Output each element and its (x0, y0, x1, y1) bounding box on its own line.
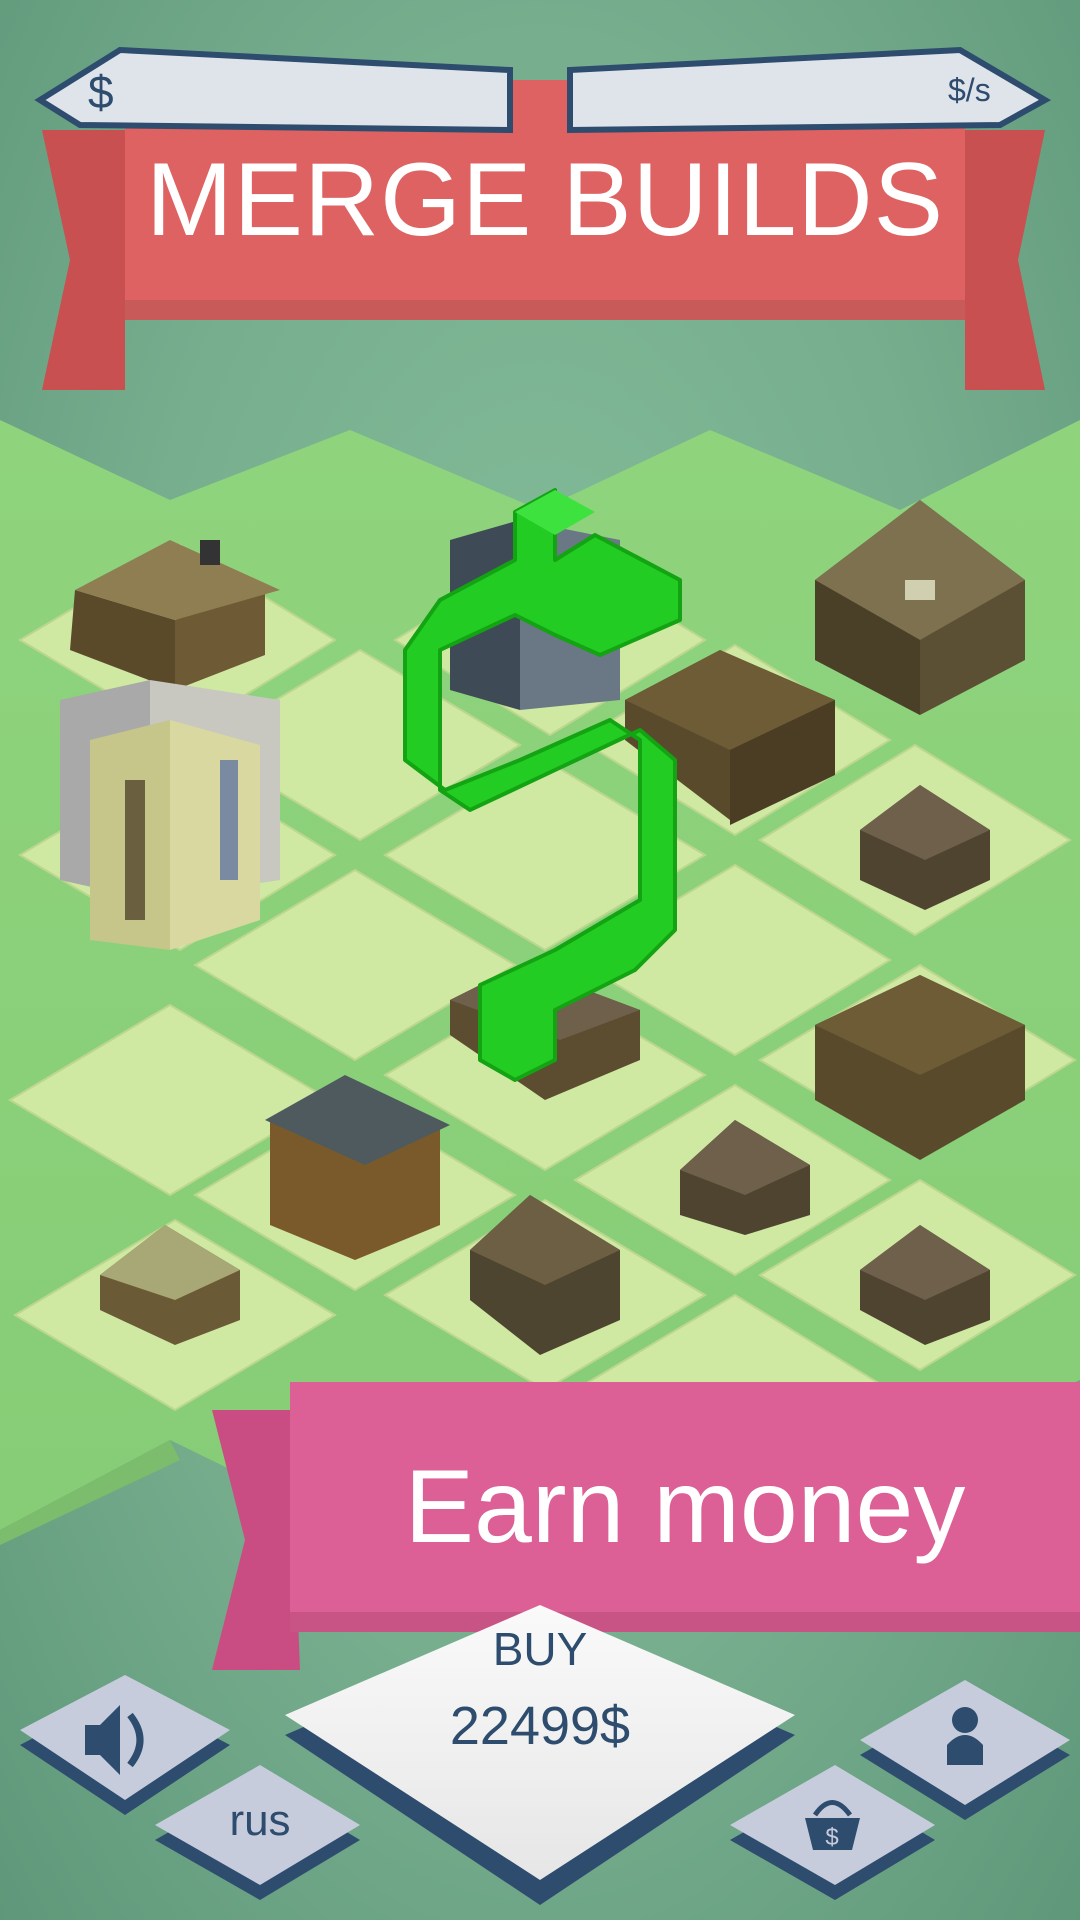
buy-label: BUY (492, 1623, 588, 1675)
building-tower[interactable] (60, 680, 280, 950)
merge-builds-title: MERGE BUILDS (146, 141, 944, 258)
language-label: rus (229, 1796, 291, 1845)
sound-button[interactable] (20, 1675, 230, 1815)
svg-text:$: $ (825, 1824, 838, 1851)
buy-price: 22499$ (449, 1696, 631, 1756)
shop-button[interactable]: $ (730, 1765, 935, 1900)
earn-money-title: Earn money (404, 1448, 966, 1565)
